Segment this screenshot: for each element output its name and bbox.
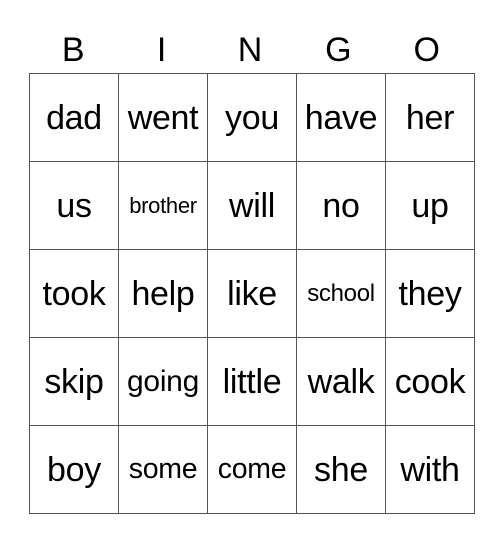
card-row: skip going little walk cook xyxy=(29,337,475,426)
card-cell: come xyxy=(207,425,297,514)
card-cell: little xyxy=(207,337,297,426)
card-cell: help xyxy=(118,249,208,338)
card-cell: she xyxy=(296,425,386,514)
card-cell: you xyxy=(207,73,297,162)
header-letter-b: B xyxy=(61,31,85,69)
header-letter-o: O xyxy=(413,31,440,69)
card-cell: us xyxy=(29,161,119,250)
card-cell: will xyxy=(207,161,297,250)
card-cell: skip xyxy=(29,337,119,426)
header-letter-g: G xyxy=(325,31,352,69)
card-cell: went xyxy=(118,73,208,162)
card-cell: brother xyxy=(118,161,208,250)
card-cell: have xyxy=(296,73,386,162)
header-letter-n: N xyxy=(237,31,263,69)
card-cell: going xyxy=(118,337,208,426)
header-letter-i: I xyxy=(156,31,167,69)
bingo-card: dad went you have her us brother will no… xyxy=(29,73,475,514)
card-row: us brother will no up xyxy=(29,161,475,250)
bingo-header: B I N G O xyxy=(29,30,471,70)
card-cell: up xyxy=(385,161,475,250)
card-cell: walk xyxy=(296,337,386,426)
card-cell: with xyxy=(385,425,475,514)
card-cell: boy xyxy=(29,425,119,514)
card-cell: her xyxy=(385,73,475,162)
card-cell: some xyxy=(118,425,208,514)
card-cell: they xyxy=(385,249,475,338)
card-cell: no xyxy=(296,161,386,250)
card-row: dad went you have her xyxy=(29,73,475,162)
card-row: took help like school they xyxy=(29,249,475,338)
card-cell: dad xyxy=(29,73,119,162)
card-row: boy some come she with xyxy=(29,425,475,514)
card-cell: took xyxy=(29,249,119,338)
card-cell: like xyxy=(207,249,297,338)
card-cell: school xyxy=(296,249,386,338)
card-cell: cook xyxy=(385,337,475,426)
